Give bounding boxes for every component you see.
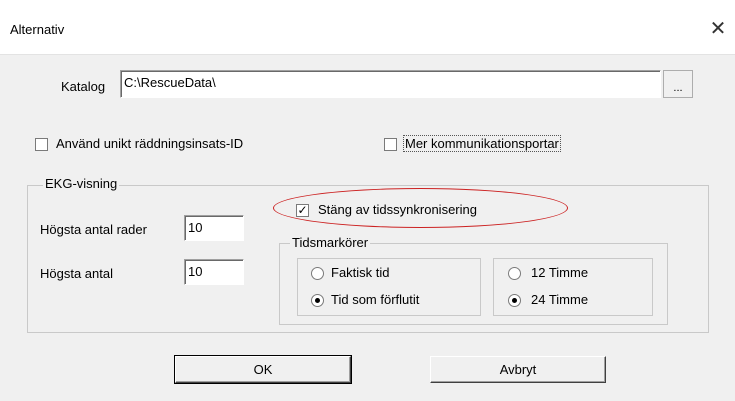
- hour12-label: 12 Timme: [531, 265, 589, 280]
- hour24-label: 24 Timme: [531, 292, 589, 307]
- hour12-radio[interactable]: [508, 267, 521, 280]
- more-ports-checkbox[interactable]: [384, 138, 397, 151]
- more-ports-label: Mer kommunikationsportar: [403, 135, 561, 152]
- elapsed-time-label: Tid som förflutit: [331, 292, 420, 307]
- unique-id-checkbox[interactable]: [35, 138, 48, 151]
- max-input[interactable]: 10: [184, 259, 244, 285]
- title-bar: Alternativ ✕: [0, 0, 735, 54]
- unique-id-label: Använd unikt räddningsinsats-ID: [56, 136, 244, 151]
- directory-label: Katalog: [61, 79, 106, 94]
- hour24-radio[interactable]: [508, 294, 521, 307]
- ekg-group-legend: EKG-visning: [43, 176, 120, 191]
- time-markers-legend: Tidsmarkörer: [290, 235, 371, 250]
- close-icon[interactable]: ✕: [707, 17, 729, 39]
- max-label: Högsta antal: [40, 266, 113, 281]
- max-rows-label: Högsta antal rader: [40, 222, 147, 237]
- elapsed-time-radio[interactable]: [311, 294, 324, 307]
- actual-time-radio[interactable]: [311, 267, 324, 280]
- actual-time-label: Faktisk tid: [331, 265, 390, 280]
- title-divider: [0, 54, 735, 55]
- ok-button[interactable]: OK: [174, 355, 352, 384]
- max-rows-input[interactable]: 10: [184, 215, 244, 241]
- browse-button[interactable]: ...: [663, 70, 693, 98]
- window-title: Alternativ: [10, 22, 65, 37]
- directory-input[interactable]: C:\RescueData\: [120, 70, 661, 98]
- cancel-button[interactable]: Avbryt: [430, 356, 606, 383]
- highlight-ellipse: [273, 188, 568, 228]
